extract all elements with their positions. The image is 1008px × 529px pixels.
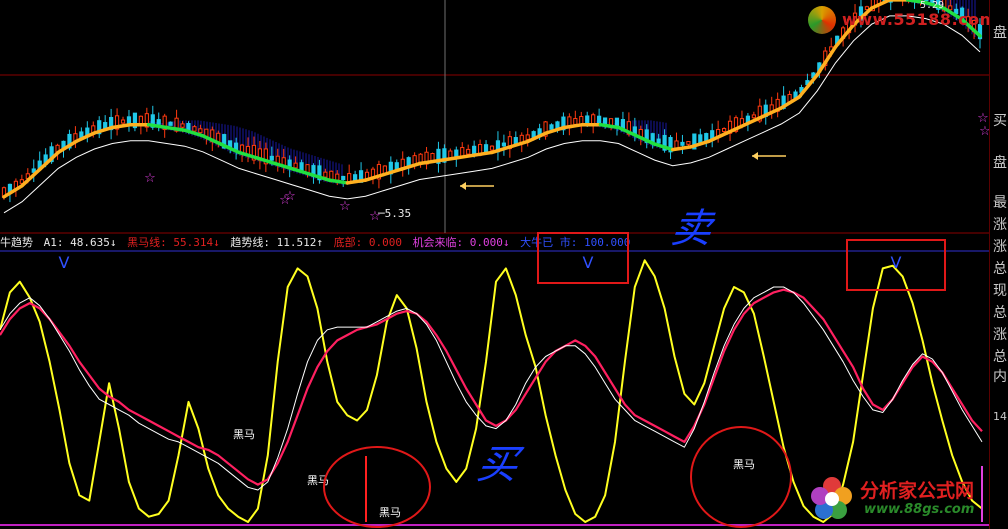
candle-body xyxy=(525,134,530,140)
side-label: 涨 xyxy=(993,327,1007,343)
candle-body xyxy=(501,142,507,147)
trend-segment xyxy=(562,122,585,130)
side-label: 总 xyxy=(993,261,1007,277)
logo-top: www.55188.com xyxy=(808,6,998,36)
legend-item-bottom: 底部: 0.000 xyxy=(333,236,402,249)
legend-item-a1: A1: 48.635↓ xyxy=(43,236,117,249)
swirl-logo-icon xyxy=(808,6,836,34)
legend-item-heima: 黑马线: 55.314↓ xyxy=(127,236,220,249)
trend-segment xyxy=(526,131,548,144)
candle-body xyxy=(168,121,173,126)
candle-body xyxy=(353,174,358,181)
side-label: 盘 xyxy=(993,155,1007,171)
side-label: 现 xyxy=(993,283,1007,299)
buy-circle-1 xyxy=(323,446,431,528)
trend-segment xyxy=(20,167,42,188)
top-v-marker: V xyxy=(59,253,70,272)
side-label: 盘 xyxy=(993,25,1007,41)
candle-body xyxy=(323,171,328,178)
indicator-title: 牛趋势 xyxy=(0,236,33,249)
trend-segment xyxy=(490,145,512,155)
heima-label: 黑马 xyxy=(233,428,255,441)
candle-body xyxy=(180,123,185,128)
logo-top-url: www.55188.com xyxy=(842,10,997,29)
candle-body xyxy=(269,155,274,161)
candle-body xyxy=(549,124,554,130)
star-icon: ☆ xyxy=(339,199,351,214)
candle-body xyxy=(156,119,161,125)
arrow-head-icon xyxy=(752,152,758,160)
chart-stage: ☆ ☆ ☆ ☆ ☆ ☆ ☆ ─5.35 5.29 V V V 黑马 黑马 黑马 黑马 www.55188.co… xyxy=(0,0,1008,529)
buy-circle-2 xyxy=(690,426,792,528)
side-label: 买 xyxy=(993,113,1007,129)
sell-handwritten: 卖 xyxy=(668,206,715,252)
arrow-head-icon xyxy=(460,182,466,190)
candle-body xyxy=(335,173,340,181)
candle-body xyxy=(656,138,661,144)
candle-body xyxy=(680,141,685,146)
trend-segment xyxy=(327,178,350,185)
side-label: 内 xyxy=(993,369,1007,385)
candle-body xyxy=(721,128,727,132)
side-label: 涨 xyxy=(993,239,1007,255)
buy-handwritten: 买 xyxy=(474,442,521,488)
side-label: 总 xyxy=(993,305,1007,321)
right-side-labels: 盘买盘最涨涨总现总涨总内 14 xyxy=(989,0,1008,529)
logo-bottom-title: 分析家公式网 xyxy=(860,480,975,502)
trend-segment xyxy=(508,139,530,149)
star-icon: ☆ xyxy=(144,171,156,186)
candle-body xyxy=(198,128,203,134)
trend-segment xyxy=(164,125,187,132)
candle-body xyxy=(602,117,608,125)
candle-body xyxy=(751,114,756,119)
candle-body xyxy=(103,122,108,129)
trend-segment xyxy=(2,183,24,199)
trend-segment xyxy=(454,153,476,160)
candle-body xyxy=(341,175,346,181)
side-label: 14 xyxy=(993,410,1007,423)
candle-body xyxy=(192,126,197,132)
side-label: 总 xyxy=(993,349,1007,365)
star-icon: ☆ xyxy=(284,189,296,204)
trend-segment xyxy=(38,150,60,171)
trend-segment xyxy=(56,139,79,155)
sell-box-2 xyxy=(846,239,946,291)
sell-box-1 xyxy=(537,232,629,284)
logo-bottom: 分析家公式网 www.88gs.com xyxy=(808,470,1004,526)
side-label: 涨 xyxy=(993,217,1007,233)
candle-body xyxy=(686,140,691,145)
candle-body xyxy=(120,119,126,124)
price-low-label: ─5.35 xyxy=(377,207,411,220)
candle-body xyxy=(489,145,495,151)
legend-item-chance: 机会来临: 0.000↓ xyxy=(412,236,510,249)
side-label: 最 xyxy=(993,195,1007,211)
legend-item-trend: 趋势线: 11.512↑ xyxy=(230,236,323,249)
candle-body xyxy=(466,148,471,155)
trend-segment xyxy=(472,150,494,157)
candle-body xyxy=(293,162,298,169)
logo-bottom-site: www.88gs.com xyxy=(864,502,975,517)
candle-body xyxy=(608,118,614,126)
flower-logo-icon xyxy=(811,477,852,519)
candle-body xyxy=(573,118,578,125)
